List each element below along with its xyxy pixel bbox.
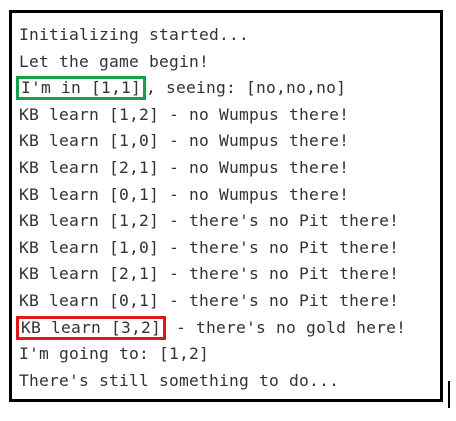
- gold-result-text: - there's no gold here!: [166, 317, 407, 337]
- log-line-kb-pit-0-1: KB learn [0,1] - there's no Pit there!: [19, 290, 400, 310]
- log-line-kb-wumpus-1-0: KB learn [1,0] - no Wumpus there!: [19, 131, 350, 151]
- position-perception-text: , seeing: [no,no,no]: [146, 78, 347, 98]
- log-line-kb-wumpus-0-1: KB learn [0,1] - no Wumpus there!: [19, 184, 350, 204]
- log-line-kb-wumpus-1-2: KB learn [1,2] - no Wumpus there!: [19, 104, 350, 124]
- log-line-kb-wumpus-2-1: KB learn [2,1] - no Wumpus there!: [19, 157, 350, 177]
- log-line-going-to: I'm going to: [1,2]: [19, 344, 210, 364]
- console-log: Initializing started... Let the game beg…: [16, 22, 407, 394]
- log-line-kb-gold: KB learn [3,2] - there's no gold here!: [16, 315, 407, 342]
- log-line-kb-pit-1-0: KB learn [1,0] - there's no Pit there!: [19, 237, 400, 257]
- log-line-position: I'm in [1,1], seeing: [no,no,no]: [16, 75, 406, 102]
- position-highlight-box: I'm in [1,1]: [16, 76, 147, 101]
- console-output-panel: Initializing started... Let the game beg…: [9, 10, 443, 402]
- log-line-kb-pit-1-2: KB learn [1,2] - there's no Pit there!: [19, 211, 400, 231]
- log-line-still-todo: There's still something to do...: [19, 370, 340, 390]
- log-line-init: Initializing started...: [19, 25, 250, 44]
- log-line-game-begin: Let the game begin!: [19, 51, 210, 71]
- gold-highlight-box: KB learn [3,2]: [16, 315, 167, 340]
- text-cursor-icon: [448, 381, 450, 408]
- log-line-kb-pit-2-1: KB learn [2,1] - there's no Pit there!: [19, 264, 400, 284]
